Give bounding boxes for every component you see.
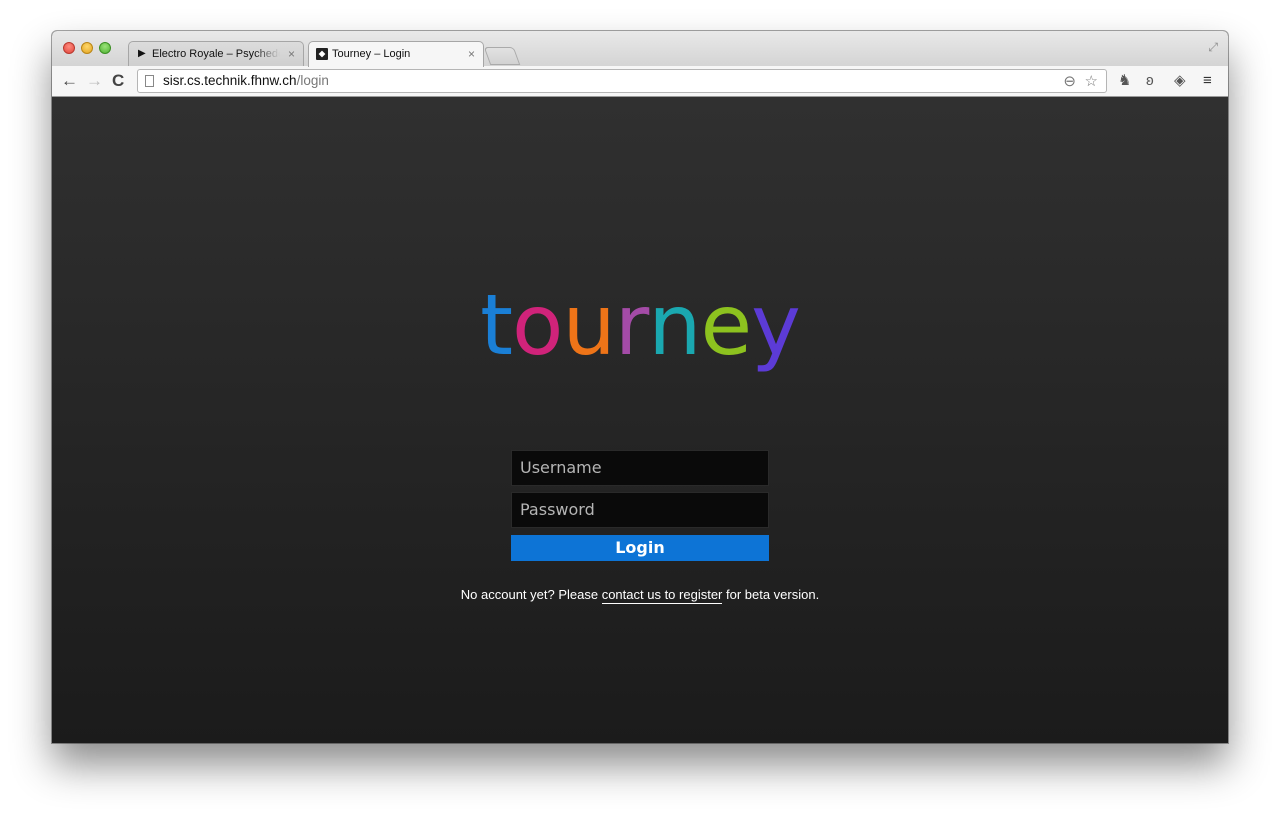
tab-close-icon[interactable]: × (288, 42, 295, 66)
note-text-after: for beta version. (722, 587, 820, 602)
fullscreen-icon[interactable]: ⤢ (1208, 40, 1218, 55)
window-close-button[interactable] (63, 42, 75, 54)
tab-close-icon[interactable]: × (468, 42, 475, 66)
zoom-icon[interactable]: ⊖ (1063, 71, 1076, 93)
tab-title: Tourney – Login (332, 48, 411, 60)
tab-title: Electro Royale – Psychedelic (152, 48, 280, 60)
window-minimize-button[interactable] (81, 42, 93, 54)
logo-letter: e (700, 276, 752, 374)
page-icon (145, 75, 154, 87)
play-icon: ▶ (138, 48, 146, 59)
tourney-logo: tourney (52, 275, 1228, 375)
username-input[interactable]: Username (511, 450, 769, 486)
tourney-favicon (316, 48, 328, 60)
logo-letter: o (512, 276, 563, 374)
evernote-icon[interactable]: ♞ (1118, 70, 1131, 92)
window-maximize-button[interactable] (99, 42, 111, 54)
dropbox-icon[interactable]: ◈ (1174, 70, 1186, 92)
logo-letter: n (648, 276, 701, 374)
tab-electro-royale[interactable]: ▶ Electro Royale – Psychedelic × (128, 41, 304, 66)
menu-icon[interactable]: ≡ (1203, 70, 1212, 92)
logo-letter: t (480, 276, 513, 374)
contact-register-link[interactable]: contact us to register (601, 587, 723, 604)
register-note: No account yet? Please contact us to reg… (52, 587, 1228, 604)
tab-strip: ▶ Electro Royale – Psychedelic × Tourney… (52, 31, 1228, 67)
url-host: sisr.cs.technik.fhnw.ch (163, 73, 297, 88)
pocket-icon[interactable]: ʚ (1146, 70, 1154, 92)
tab-tourney-login[interactable]: Tourney – Login × (308, 41, 484, 67)
back-button[interactable]: ← (61, 70, 78, 92)
bookmark-star-icon[interactable]: ☆ (1085, 71, 1098, 93)
logo-letter: y (751, 276, 801, 374)
forward-button[interactable]: → (86, 70, 103, 92)
new-tab-button[interactable] (483, 47, 521, 65)
logo-letter: u (562, 276, 615, 374)
login-button[interactable]: Login (511, 535, 769, 561)
password-input[interactable]: Password (511, 492, 769, 528)
url-path: /login (296, 73, 329, 88)
note-text-before: No account yet? Please (460, 587, 602, 602)
browser-window: ▶ Electro Royale – Psychedelic × Tourney… (52, 31, 1228, 743)
address-bar[interactable]: sisr.cs.technik.fhnw.ch/login ⊖ ☆ (137, 69, 1107, 93)
logo-letter: r (614, 276, 650, 374)
page-content: tourney Username Password Login No accou… (52, 97, 1228, 743)
reload-button[interactable]: C (112, 70, 124, 92)
browser-toolbar: ← → C sisr.cs.technik.fhnw.ch/login ⊖ ☆ … (52, 66, 1228, 97)
url-text[interactable]: sisr.cs.technik.fhnw.ch/login (163, 70, 329, 92)
